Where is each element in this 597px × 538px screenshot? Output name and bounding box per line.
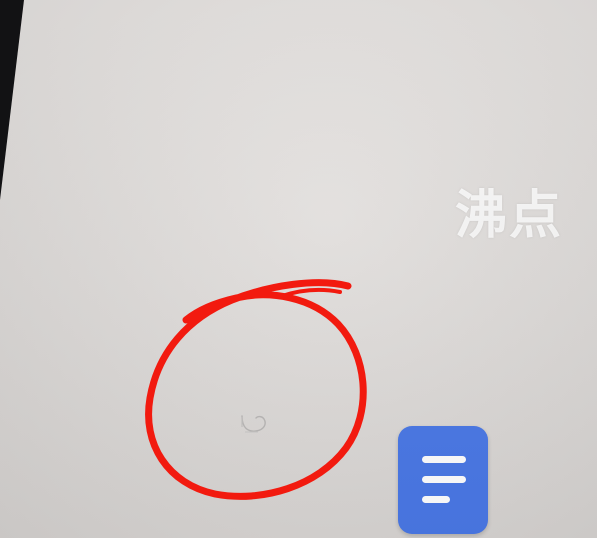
watermark-text: 沸点 (454, 186, 563, 246)
document-line (422, 476, 466, 483)
document-line (422, 456, 466, 463)
phone-screen: 沸点 (0, 0, 597, 538)
document-line (422, 496, 450, 503)
document-icon[interactable] (398, 426, 488, 534)
photo-frame: 沸点 (0, 0, 597, 538)
circle-app-icon[interactable] (236, 408, 272, 436)
